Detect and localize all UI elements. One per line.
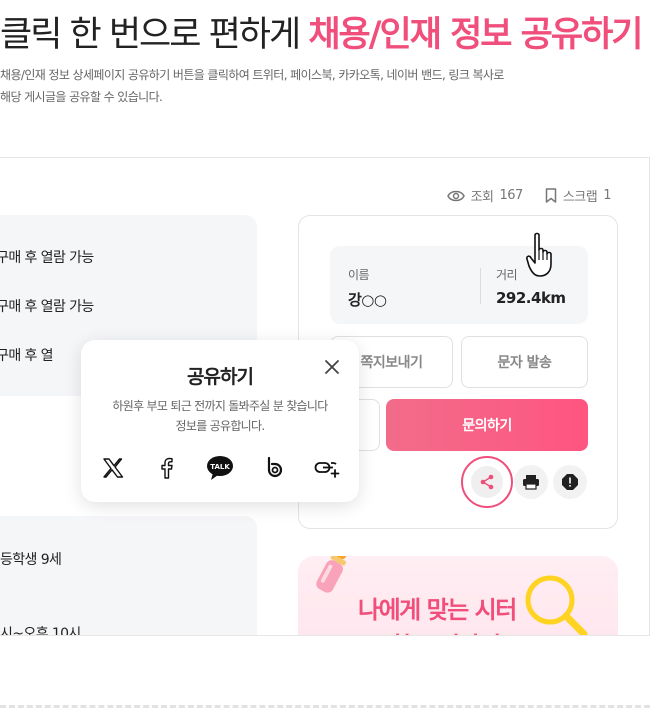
name-value: 강○○: [348, 291, 387, 309]
x-twitter-icon: [103, 458, 124, 478]
baby-bottle-icon: [316, 556, 347, 593]
scrap-label: 스크랩: [562, 190, 598, 205]
facebook-icon: [160, 457, 173, 479]
share-band-button[interactable]: [260, 454, 288, 482]
list-item-text: 구매 후 열람 가능: [0, 250, 94, 266]
close-icon[interactable]: [323, 358, 341, 376]
share-popup: 공유하기 하원후 부모 퇴근 전까지 돌봐주실 분 찾습니다 정보를 공유합니다…: [81, 340, 359, 502]
page-description: 채용/인재 정보 상세페이지 공유하기 버튼을 클릭하여 트위터, 페이스북, …: [0, 64, 600, 108]
share-desc-line2: 정보를 공유합니다.: [175, 419, 266, 433]
views-label: 조회: [470, 190, 494, 205]
name-label: 이름: [348, 268, 370, 282]
share-popup-title: 공유하기: [187, 366, 254, 388]
screenshot-frame: 조회 167 스크랩 1 권 구매 후 열람 가능 권 구매 후 열람 가능 권…: [0, 157, 650, 636]
share-kakaotalk-button[interactable]: TALK: [206, 454, 234, 482]
bookmark-icon: [545, 188, 557, 203]
distance-value: 292.4km: [496, 289, 566, 307]
sms-button[interactable]: 문자 발송: [461, 336, 588, 388]
page-headline: 클릭 한 번으로 편하게 채용/인재 정보 공유하기: [0, 6, 643, 57]
headline-part1: 클릭 한 번으로 편하게: [0, 15, 309, 55]
description-line2: 해당 게시글을 공유할 수 있습니다.: [0, 90, 163, 104]
print-icon: [523, 475, 539, 490]
share-options: TALK: [99, 454, 341, 482]
view-count: 조회 167: [446, 186, 524, 205]
list-item-text: 구매 후 열: [0, 348, 54, 364]
headline-part2: 채용/인재 정보 공유하기: [308, 15, 643, 55]
list-item: 권 구매 후 열람 가능: [0, 247, 94, 267]
share-twitter-button[interactable]: [99, 454, 127, 482]
share-button-inner: [471, 466, 503, 498]
share-icon: [480, 474, 494, 490]
report-button[interactable]: [553, 465, 587, 499]
print-button[interactable]: [514, 465, 548, 499]
name-field: 이름 강○○: [348, 266, 387, 310]
schedule-card: 등학생 9세 시~오후 10시: [0, 516, 257, 636]
scrap-count[interactable]: 스크랩 1: [545, 186, 611, 205]
share-popup-description: 하원후 부모 퇴근 전까지 돌봐주실 분 찾습니다 정보를 공유합니다.: [95, 396, 345, 436]
description-line1: 채용/인재 정보 상세페이지 공유하기 버튼을 클릭하여 트위터, 페이스북, …: [0, 68, 504, 82]
share-desc-line1: 하원후 부모 퇴근 전까지 돌봐주실 분 찾습니다: [112, 399, 328, 413]
scrap-number: 1: [603, 188, 611, 203]
section-divider: [0, 705, 650, 708]
naver-band-icon: [267, 456, 282, 478]
hand-cursor-icon: [526, 232, 552, 277]
banner-line1: 나에게 맞는 시터: [358, 596, 517, 624]
post-stats: 조회 167 스크랩 1: [446, 186, 611, 205]
schedule-age: 등학생 9세: [0, 552, 62, 568]
views-count: 167: [499, 188, 524, 203]
schedule-time: 시~오후 10시: [0, 626, 81, 636]
inquiry-button[interactable]: 문의하기: [386, 399, 588, 451]
share-button[interactable]: [461, 456, 513, 508]
share-link-copy-button[interactable]: [313, 454, 341, 482]
svg-text:TALK: TALK: [210, 463, 230, 471]
banner-line2: 찾고 있다면?: [390, 626, 514, 635]
kakaotalk-icon: TALK: [207, 456, 233, 480]
link-copy-icon: [314, 462, 340, 478]
eye-icon: [446, 190, 465, 201]
share-facebook-button[interactable]: [153, 454, 181, 482]
report-icon: [562, 474, 578, 490]
magnifier-icon: [525, 575, 588, 635]
list-item: 권 구매 후 열: [0, 345, 54, 365]
list-item: 권 구매 후 열람 가능: [0, 296, 94, 316]
info-divider: [480, 268, 481, 304]
list-item-text: 구매 후 열람 가능: [0, 299, 94, 315]
sitter-banner[interactable]: 나에게 맞는 시터 찾고 있다면?: [298, 556, 618, 635]
